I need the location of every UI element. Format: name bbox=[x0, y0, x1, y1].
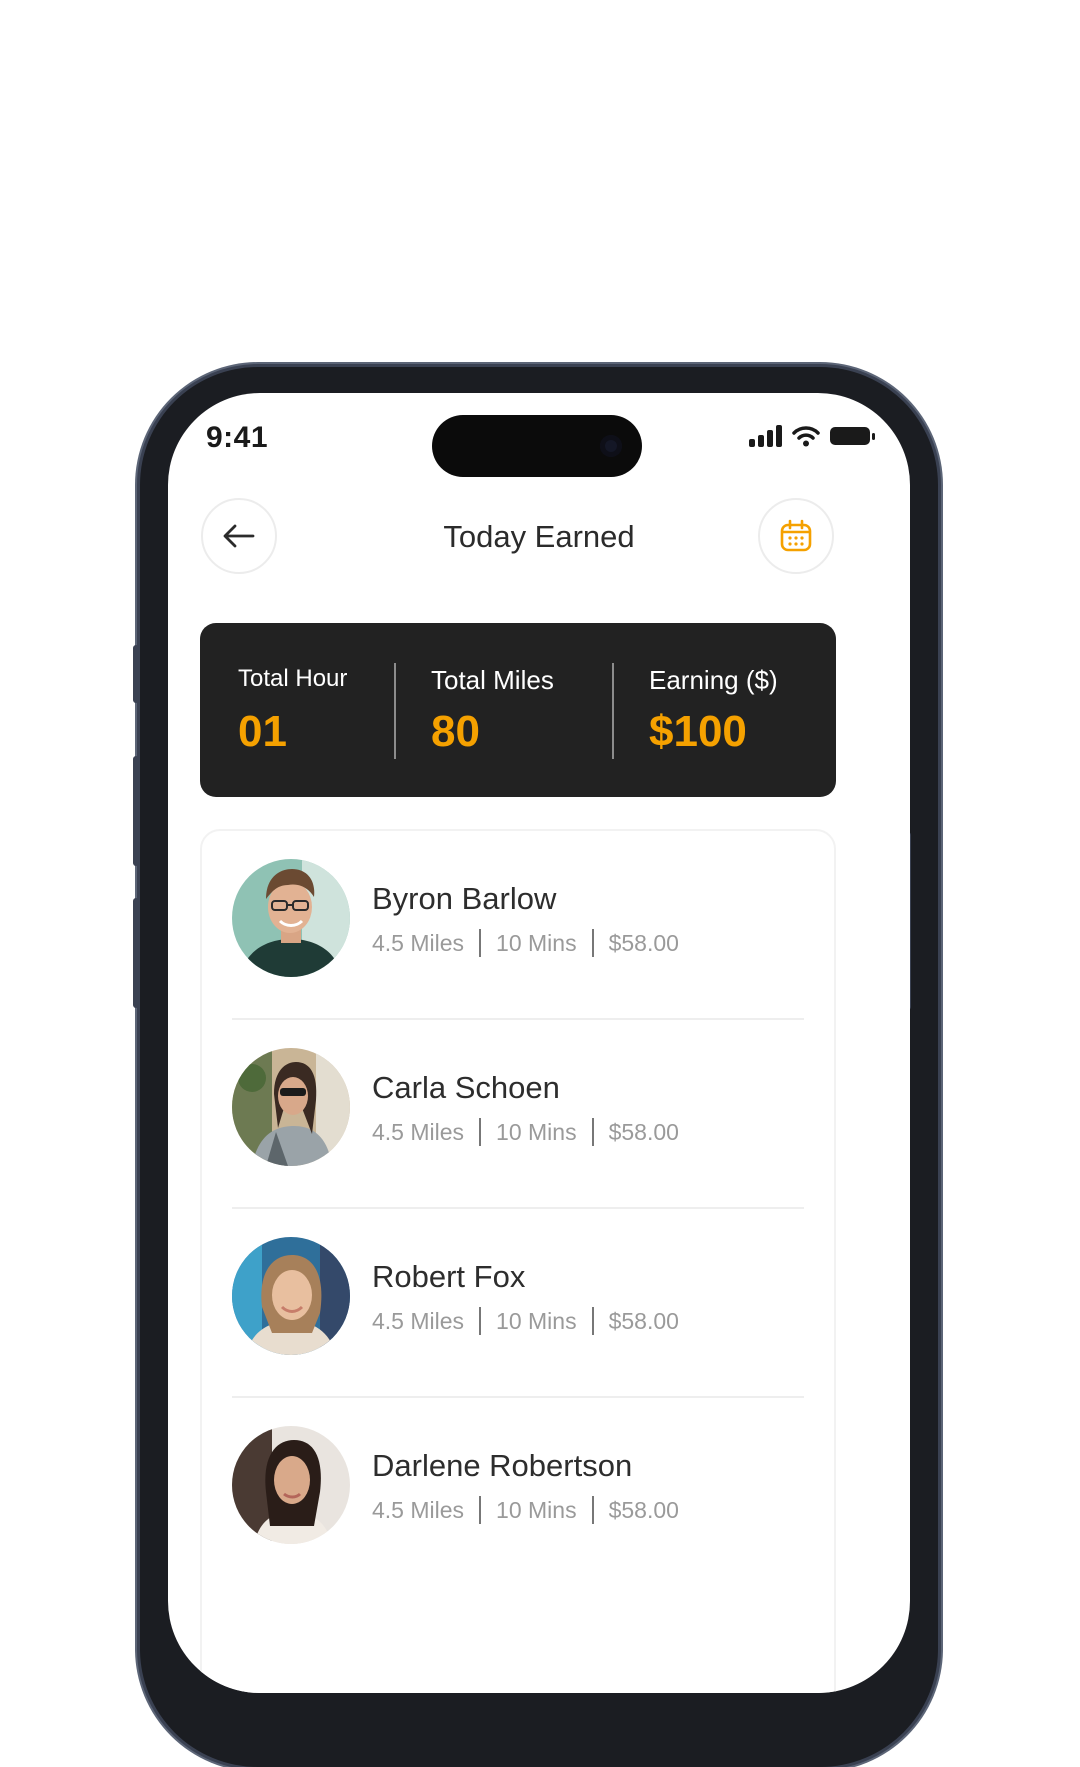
meta-divider bbox=[591, 1307, 594, 1335]
avatar bbox=[232, 1426, 350, 1544]
action-button bbox=[133, 645, 139, 703]
ride-meta: 4.5 Miles 10 Mins $58.00 bbox=[372, 1118, 679, 1146]
volume-up-button bbox=[133, 756, 139, 866]
ride-amount: $58.00 bbox=[608, 1307, 679, 1334]
battery-icon bbox=[830, 427, 875, 445]
stat-value: 80 bbox=[431, 707, 480, 756]
list-item[interactable]: Byron Barlow 4.5 Miles 10 Mins $58.00 bbox=[202, 831, 834, 1020]
ride-amount: $58.00 bbox=[608, 929, 679, 956]
front-camera bbox=[600, 435, 622, 457]
rider-name: Darlene Robertson bbox=[372, 1448, 633, 1483]
ride-amount: $58.00 bbox=[608, 1496, 679, 1523]
list-item[interactable]: Darlene Robertson 4.5 Miles 10 Mins $58.… bbox=[202, 1398, 834, 1587]
ride-time: 10 Mins bbox=[496, 929, 577, 956]
stat-value: $100 bbox=[649, 707, 747, 756]
stat-divider bbox=[612, 663, 614, 759]
ride-time: 10 Mins bbox=[496, 1307, 577, 1334]
dynamic-island bbox=[432, 415, 642, 477]
list-item[interactable]: Carla Schoen 4.5 Miles 10 Mins $58.00 bbox=[202, 1020, 834, 1209]
meta-divider bbox=[591, 929, 594, 957]
avatar bbox=[232, 1237, 350, 1355]
meta-divider bbox=[479, 1496, 482, 1524]
ride-meta: 4.5 Miles 10 Mins $58.00 bbox=[372, 1496, 679, 1524]
meta-divider bbox=[591, 1496, 594, 1524]
rider-name: Carla Schoen bbox=[372, 1070, 560, 1105]
status-icons bbox=[749, 421, 875, 451]
ride-miles: 4.5 Miles bbox=[372, 929, 465, 956]
avatar bbox=[232, 859, 350, 977]
wifi-icon bbox=[792, 426, 820, 447]
app-screen: 9:41 Today Earned Total Hour 01 Total Mi… bbox=[168, 393, 910, 1693]
volume-down-button bbox=[133, 898, 139, 1008]
meta-divider bbox=[591, 1118, 594, 1146]
list-item[interactable]: Robert Fox 4.5 Miles 10 Mins $58.00 bbox=[202, 1209, 834, 1398]
stat-value: 01 bbox=[238, 707, 287, 756]
stat-divider bbox=[394, 663, 396, 759]
meta-divider bbox=[479, 1307, 482, 1335]
rider-name: Byron Barlow bbox=[372, 881, 557, 916]
ride-time: 10 Mins bbox=[496, 1496, 577, 1523]
ride-meta: 4.5 Miles 10 Mins $58.00 bbox=[372, 1307, 679, 1335]
stat-label: Total Miles bbox=[431, 665, 554, 695]
calendar-icon bbox=[780, 519, 812, 552]
cellular-signal-icon bbox=[749, 425, 782, 447]
earnings-summary-card: Total Hour 01 Total Miles 80 Earning ($)… bbox=[200, 623, 836, 797]
ride-meta: 4.5 Miles 10 Mins $58.00 bbox=[372, 929, 679, 957]
meta-divider bbox=[479, 929, 482, 957]
ride-amount: $58.00 bbox=[608, 1118, 679, 1145]
calendar-button[interactable] bbox=[758, 498, 834, 574]
avatar bbox=[232, 1048, 350, 1166]
stat-label: Earning ($) bbox=[649, 665, 778, 695]
stat-label: Total Hour bbox=[238, 665, 348, 692]
ride-miles: 4.5 Miles bbox=[372, 1307, 465, 1334]
rides-list: Byron Barlow 4.5 Miles 10 Mins $58.00 Ca… bbox=[200, 829, 836, 1693]
ride-miles: 4.5 Miles bbox=[372, 1118, 465, 1145]
ride-miles: 4.5 Miles bbox=[372, 1496, 465, 1523]
ride-time: 10 Mins bbox=[496, 1118, 577, 1145]
status-time: 9:41 bbox=[206, 421, 269, 454]
rider-name: Robert Fox bbox=[372, 1259, 526, 1294]
meta-divider bbox=[479, 1118, 482, 1146]
